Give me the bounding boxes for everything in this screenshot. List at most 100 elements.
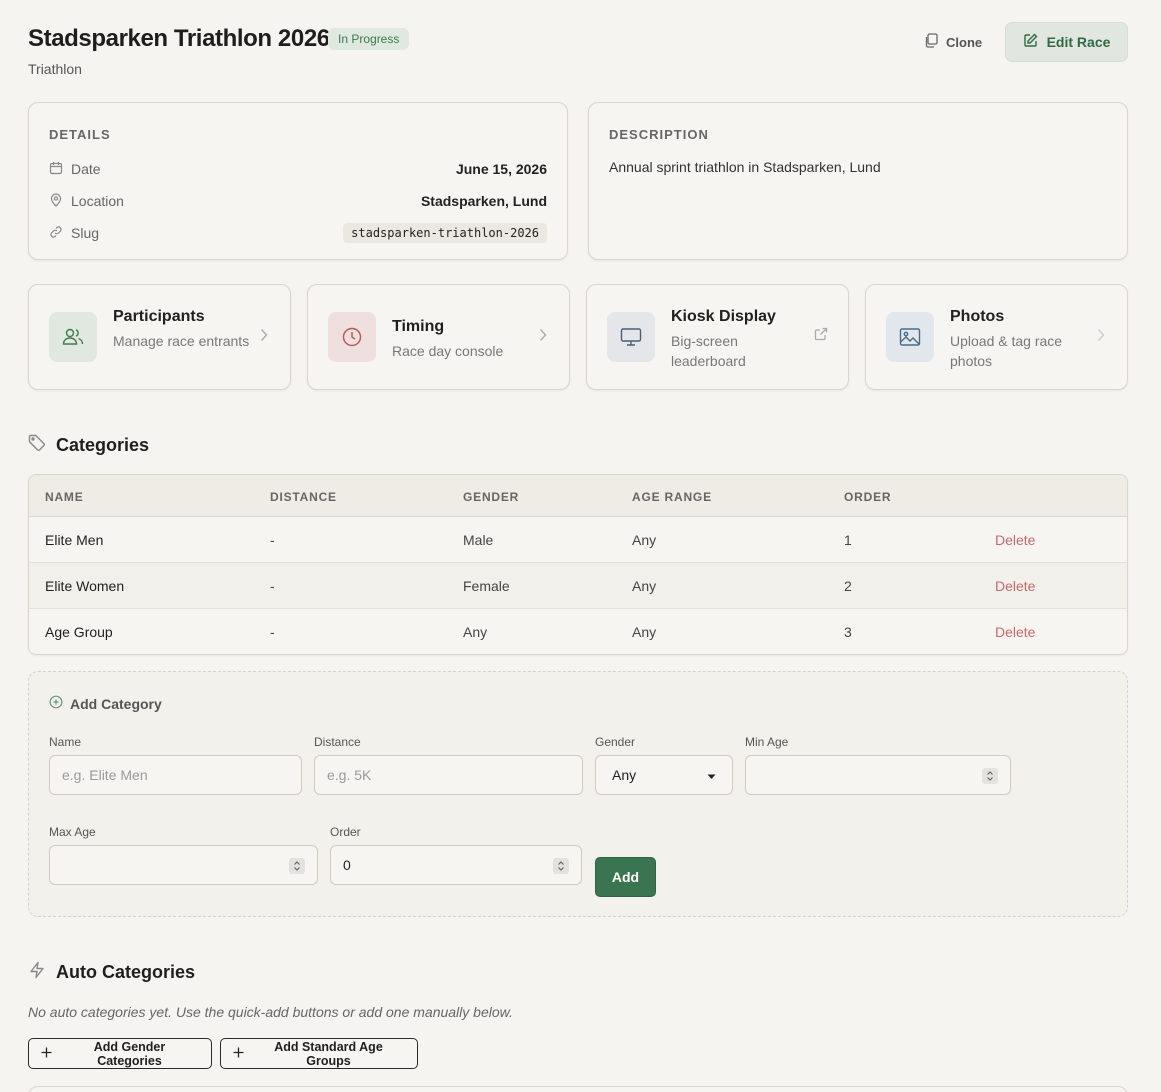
timing-title: Timing (392, 318, 445, 335)
distance-input[interactable] (314, 755, 583, 795)
category-order: 2 (844, 578, 852, 594)
status-badge: In Progress (328, 28, 410, 50)
category-name: Elite Men (45, 532, 104, 548)
photos-title: Photos (950, 308, 1005, 325)
photos-card[interactable]: Photos Upload & tag race photos (865, 284, 1128, 390)
stepper-icon[interactable] (289, 858, 305, 874)
add-standard-age-groups-button[interactable]: Add Standard Age Groups (220, 1038, 418, 1069)
timing-subtitle: Race day console (392, 343, 504, 359)
external-link-icon (814, 327, 828, 346)
date-value: June 15, 2026 (455, 161, 547, 177)
photos-subtitle: Upload & tag race photos (950, 333, 1063, 369)
location-value: Stadsparken, Lund (420, 193, 547, 209)
monitor-icon (607, 312, 655, 362)
category-gender: Male (463, 532, 494, 548)
race-type: Triathlon (28, 61, 82, 77)
slug-value: stadsparken-triathlon-2026 (343, 223, 547, 243)
add-button[interactable]: Add (595, 857, 656, 897)
add-category-form: Add Category Name Distance Gender Any Mi… (28, 671, 1128, 917)
gender-select[interactable]: Any (595, 755, 733, 795)
link-icon (49, 225, 63, 242)
chevron-right-icon (260, 328, 268, 347)
column-header: AGE RANGE (632, 490, 712, 504)
details-card: DETAILS Date June 15, 2026 Location Stad… (28, 102, 568, 260)
caret-down-icon (707, 767, 716, 783)
clone-label: Clone (946, 34, 983, 50)
category-age-range: Any (632, 578, 657, 594)
copy-icon (924, 33, 938, 51)
slug-label: Slug (71, 225, 100, 241)
kiosk-display-card[interactable]: Kiosk Display Big-screen leaderboard (586, 284, 849, 390)
chevron-right-icon (1097, 328, 1105, 347)
auto-categories-title: Auto Categories (56, 962, 196, 982)
clock-icon (328, 312, 376, 362)
category-gender: Any (463, 624, 488, 640)
chevron-right-icon (539, 328, 547, 347)
column-header: GENDER (463, 490, 520, 504)
gender-label: Gender (595, 735, 636, 749)
date-row: Date June 15, 2026 (49, 157, 547, 181)
distance-label: Distance (314, 735, 361, 749)
column-header: ORDER (844, 490, 892, 504)
auto-categories-heading: Auto Categories (28, 961, 195, 984)
category-distance: - (270, 624, 275, 640)
map-pin-icon (49, 192, 63, 210)
auto-category-form (28, 1086, 1128, 1092)
min-age-label: Min Age (745, 735, 789, 749)
delete-button[interactable]: Delete (995, 578, 1035, 594)
add-standard-age-groups-label: Add Standard Age Groups (274, 1039, 383, 1068)
edit-icon (1023, 33, 1038, 51)
column-header: DISTANCE (270, 490, 337, 504)
date-label: Date (71, 161, 101, 177)
timing-card[interactable]: Timing Race day console (307, 284, 570, 390)
calendar-icon (49, 161, 63, 178)
edit-race-button[interactable]: Edit Race (1005, 22, 1128, 62)
participants-title: Participants (113, 308, 205, 325)
order-value: 0 (343, 857, 351, 873)
gender-value: Any (612, 767, 637, 783)
description-text: Annual sprint triathlon in Stadsparken, … (609, 159, 881, 175)
category-distance: - (270, 578, 275, 594)
plus-icon (233, 1047, 244, 1061)
name-input[interactable] (49, 755, 302, 795)
max-age-input[interactable] (49, 845, 318, 885)
categories-heading: Categories (28, 434, 149, 457)
stepper-icon[interactable] (553, 858, 569, 874)
table-row: Elite Men - Male Any 1 Delete (29, 517, 1127, 563)
add-gender-categories-button[interactable]: Add Gender Categories (28, 1038, 212, 1069)
participants-subtitle: Manage race entrants (113, 333, 250, 349)
categories-table: NAME DISTANCE GENDER AGE RANGE ORDER Eli… (28, 474, 1128, 655)
participants-card[interactable]: Participants Manage race entrants (28, 284, 291, 390)
category-age-range: Any (632, 624, 657, 640)
name-label: Name (49, 735, 82, 749)
stepper-icon[interactable] (982, 768, 998, 784)
table-header: NAME DISTANCE GENDER AGE RANGE ORDER (29, 475, 1127, 517)
category-name: Elite Women (45, 578, 125, 594)
description-card: DESCRIPTION Annual sprint triathlon in S… (588, 102, 1128, 260)
tag-icon (28, 434, 46, 457)
category-gender: Female (463, 578, 510, 594)
kiosk-subtitle: Big-screen leaderboard (671, 333, 746, 369)
auto-categories-note: No auto categories yet. Use the quick-ad… (28, 1004, 513, 1020)
column-header: NAME (45, 490, 84, 504)
lightning-icon (28, 961, 46, 984)
add-category-heading: Add Category (49, 695, 162, 712)
table-row: Age Group - Any Any 3 Delete (29, 609, 1127, 654)
order-input[interactable]: 0 (330, 845, 582, 885)
users-icon (49, 312, 97, 362)
clone-button[interactable]: Clone (910, 22, 996, 62)
location-row: Location Stadsparken, Lund (49, 189, 547, 213)
page-title: Stadsparken Triathlon 2026 (28, 25, 330, 52)
delete-button[interactable]: Delete (995, 532, 1035, 548)
category-distance: - (270, 532, 275, 548)
kiosk-title: Kiosk Display (671, 308, 776, 325)
category-name: Age Group (45, 624, 113, 640)
description-heading: DESCRIPTION (609, 127, 709, 142)
image-icon (886, 312, 934, 362)
min-age-input[interactable] (745, 755, 1011, 795)
categories-title: Categories (56, 435, 150, 455)
max-age-label: Max Age (49, 825, 96, 839)
order-label: Order (330, 825, 361, 839)
delete-button[interactable]: Delete (995, 624, 1035, 640)
table-row: Elite Women - Female Any 2 Delete (29, 563, 1127, 609)
